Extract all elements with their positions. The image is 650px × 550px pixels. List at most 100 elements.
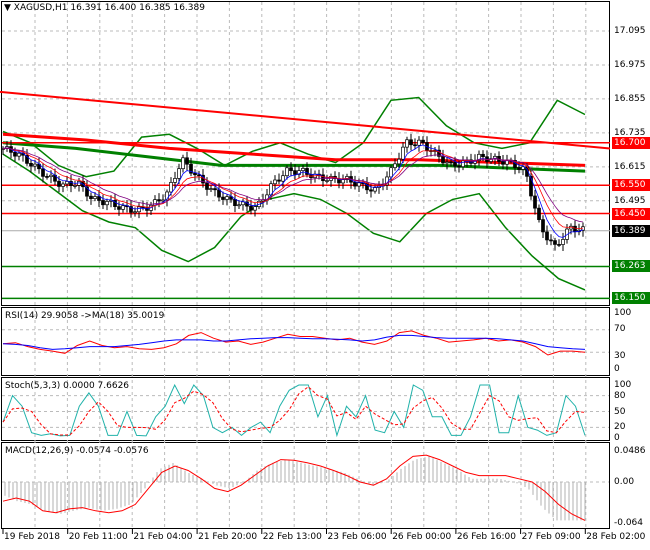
candle-body — [185, 157, 189, 165]
candle-body — [481, 153, 485, 158]
candle-body — [357, 182, 361, 187]
candle-body — [273, 179, 277, 185]
candle-body — [173, 178, 177, 183]
candle-body — [133, 211, 137, 214]
candle-body — [93, 196, 97, 199]
candle-body — [241, 201, 245, 206]
candle-body — [421, 139, 425, 143]
macd-title: MACD(12,26,9) -0.0574 -0.0576 — [5, 446, 149, 456]
stoch-axis-label: 20 — [614, 422, 626, 433]
date-axis-label: 26 Feb 16:00 — [456, 532, 516, 542]
candle-body — [501, 161, 505, 165]
candle-body — [57, 180, 61, 187]
candle-body — [325, 180, 329, 182]
stoch-axis-label: 100 — [614, 380, 632, 390]
rsi-axis-label: 30 — [614, 351, 626, 361]
level-tag: 16.150 — [612, 292, 650, 305]
candle-body — [221, 196, 225, 200]
candle-body — [73, 185, 77, 187]
candle-body — [301, 168, 305, 171]
date-axis-label: 23 Feb 06:00 — [327, 532, 387, 542]
candle-body — [537, 207, 541, 220]
candle-body — [401, 146, 405, 160]
candle-body — [557, 244, 561, 246]
candle-body — [29, 163, 33, 167]
candle-body — [517, 167, 521, 170]
candle-body — [533, 195, 537, 209]
candle-body — [13, 151, 17, 157]
candle-body — [373, 187, 377, 192]
date-axis-label: 28 Feb 02:00 — [586, 532, 646, 542]
candle-body — [369, 189, 373, 192]
candle-body — [17, 152, 21, 157]
chart-window[interactable]: ▼ XAGUSD,H1 16.391 16.400 16.385 16.389 … — [0, 0, 650, 550]
symbol-label: XAGUSD,H1 — [13, 3, 68, 13]
candle-body — [169, 182, 173, 193]
candle-body — [177, 168, 181, 179]
dropdown-triangle-icon[interactable]: ▼ — [4, 3, 11, 13]
candle-body — [449, 161, 453, 164]
macd-axis-label: -0.064 — [614, 517, 644, 528]
candle-body — [457, 165, 461, 168]
date-axis-label: 26 Feb 00:00 — [392, 532, 452, 542]
date-axis-label: 20 Feb 11:00 — [68, 532, 128, 542]
candle-body — [293, 170, 297, 175]
candle-body — [49, 174, 53, 178]
candle-body — [445, 161, 449, 164]
candle-body — [341, 179, 345, 184]
candle-body — [545, 231, 549, 241]
candle-body — [193, 172, 197, 176]
rsi-axis-label: 70 — [614, 324, 626, 334]
candle-body — [461, 160, 465, 168]
candle-body — [405, 139, 409, 148]
current-price-tag: 16.389 — [612, 224, 650, 237]
chart-canvas[interactable] — [0, 0, 650, 550]
candle-body — [353, 181, 357, 187]
candle-body — [217, 189, 221, 198]
level-tag: 16.700 — [612, 136, 650, 149]
candle-body — [121, 205, 125, 210]
candle-body — [409, 139, 413, 146]
candle-body — [45, 176, 49, 178]
rsi-title: RSI(14) 29.9058 ->MA(18) 35.0019 — [5, 311, 165, 321]
price-axis-label: 16.855 — [614, 93, 646, 104]
candle-body — [261, 199, 265, 202]
stoch-axis-label: 0 — [614, 433, 620, 443]
candle-body — [117, 206, 121, 210]
rsi-ma-line — [2, 334, 586, 350]
level-tag: 16.550 — [612, 179, 650, 192]
candle-body — [61, 183, 65, 187]
candle-body — [225, 196, 229, 200]
candle-body — [413, 144, 417, 147]
candle-body — [453, 161, 457, 167]
date-axis-label: 22 Feb 13:00 — [262, 532, 322, 542]
candle-body — [277, 179, 281, 182]
candle-body — [397, 158, 401, 165]
rsi-axis-label: 0 — [614, 364, 620, 374]
date-axis-label: 21 Feb 04:00 — [133, 532, 193, 542]
candle-body — [89, 195, 93, 199]
candle-body — [529, 175, 533, 197]
candle-body — [65, 181, 69, 185]
candle-body — [389, 167, 393, 178]
candle-body — [393, 163, 397, 169]
candle-body — [417, 139, 421, 146]
candle-body — [213, 188, 217, 191]
chart-header: ▼ XAGUSD,H1 16.391 16.400 16.385 16.389 — [4, 3, 205, 13]
candle-body — [197, 174, 201, 177]
candle-body — [97, 196, 101, 201]
candle-body — [237, 204, 241, 207]
date-axis-label: 19 Feb 2018 — [4, 532, 61, 542]
candle-body — [561, 239, 565, 245]
candle-body — [521, 166, 525, 170]
level-tag: 16.450 — [612, 207, 650, 220]
date-axis-label: 21 Feb 20:00 — [198, 532, 258, 542]
candle-body — [105, 201, 109, 206]
candle-body — [253, 206, 257, 211]
stoch-title: Stoch(5,3,3) 0.0000 7.6626 — [5, 381, 130, 391]
candle-body — [441, 156, 445, 164]
candle-body — [289, 167, 293, 172]
macd-axis-label: 0.0486 — [614, 445, 646, 456]
candle-body — [249, 205, 253, 211]
macd-axis-label: 0.00 — [614, 477, 635, 487]
